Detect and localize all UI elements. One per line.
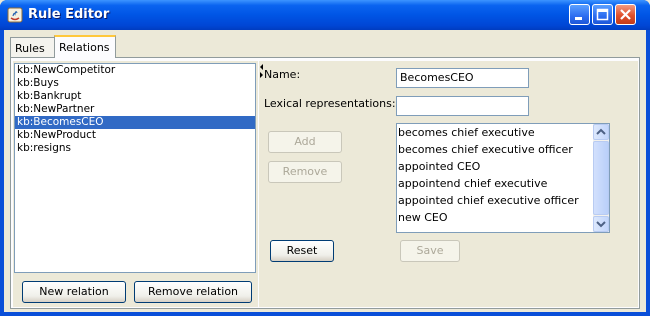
- name-label: Name:: [264, 68, 301, 81]
- list-item[interactable]: becomes chief executive: [397, 124, 609, 141]
- list-item[interactable]: kb:Bankrupt: [15, 90, 255, 103]
- maximize-button[interactable]: [592, 4, 613, 25]
- scroll-up-button[interactable]: [593, 124, 609, 140]
- scroll-down-button[interactable]: [593, 216, 609, 232]
- window-client-area: Rules Relations kb:NewCompetitor kb:Buys…: [4, 30, 646, 312]
- window-title: Rule Editor: [28, 7, 110, 22]
- remove-relation-button[interactable]: Remove relation: [134, 281, 252, 303]
- tab-label: Rules: [15, 42, 45, 55]
- list-item[interactable]: kb:NewProduct: [15, 129, 255, 142]
- relation-list-panel: kb:NewCompetitor kb:Buys kb:Bankrupt kb:…: [13, 61, 258, 307]
- list-item[interactable]: kb:resigns: [15, 142, 255, 155]
- list-item[interactable]: appointend chief executive: [397, 175, 609, 192]
- close-icon: [620, 9, 631, 20]
- list-item[interactable]: appointed CEO: [397, 158, 609, 175]
- list-item[interactable]: kb:Buys: [15, 77, 255, 90]
- close-button[interactable]: [615, 4, 636, 25]
- scroll-thumb[interactable]: [593, 141, 609, 215]
- lexical-representations-label: Lexical representations:: [264, 97, 396, 110]
- reset-button[interactable]: Reset: [270, 240, 334, 262]
- lexical-representation-field[interactable]: [396, 96, 529, 116]
- scroll-up-icon: [596, 128, 606, 135]
- tab-rules[interactable]: Rules: [10, 37, 55, 57]
- maximize-icon: [596, 8, 609, 21]
- vertical-scrollbar[interactable]: [593, 124, 609, 232]
- java-app-icon: [7, 7, 23, 23]
- list-item[interactable]: new CEO: [397, 209, 609, 226]
- tab-label: Relations: [59, 41, 110, 54]
- new-relation-button[interactable]: New relation: [22, 281, 126, 303]
- name-field[interactable]: BecomesCEO: [396, 68, 529, 88]
- minimize-icon: [575, 17, 582, 20]
- list-item[interactable]: appointed chief executive officer: [397, 192, 609, 209]
- list-item[interactable]: kb:NewCompetitor: [15, 64, 255, 77]
- minimize-button[interactable]: [569, 4, 590, 25]
- lexical-representations-list[interactable]: becomes chief executive becomes chief ex…: [396, 123, 610, 233]
- add-button[interactable]: Add: [268, 131, 342, 153]
- list-item-selected[interactable]: kb:BecomesCEO: [15, 116, 255, 129]
- save-button[interactable]: Save: [400, 240, 460, 262]
- relation-editor-panel: Name: BecomesCEO Lexical representations…: [264, 61, 638, 307]
- remove-button[interactable]: Remove: [268, 161, 342, 183]
- scroll-down-icon: [596, 221, 606, 228]
- rule-editor-window: Rule Editor Rules Relations kb:NewCompet…: [0, 0, 650, 316]
- list-item[interactable]: kb:NewPartner: [15, 103, 255, 116]
- list-item[interactable]: becomes chief executive officer: [397, 141, 609, 158]
- title-bar[interactable]: Rule Editor: [0, 0, 650, 30]
- tab-relations[interactable]: Relations: [54, 35, 116, 58]
- relation-list[interactable]: kb:NewCompetitor kb:Buys kb:Bankrupt kb:…: [14, 63, 256, 273]
